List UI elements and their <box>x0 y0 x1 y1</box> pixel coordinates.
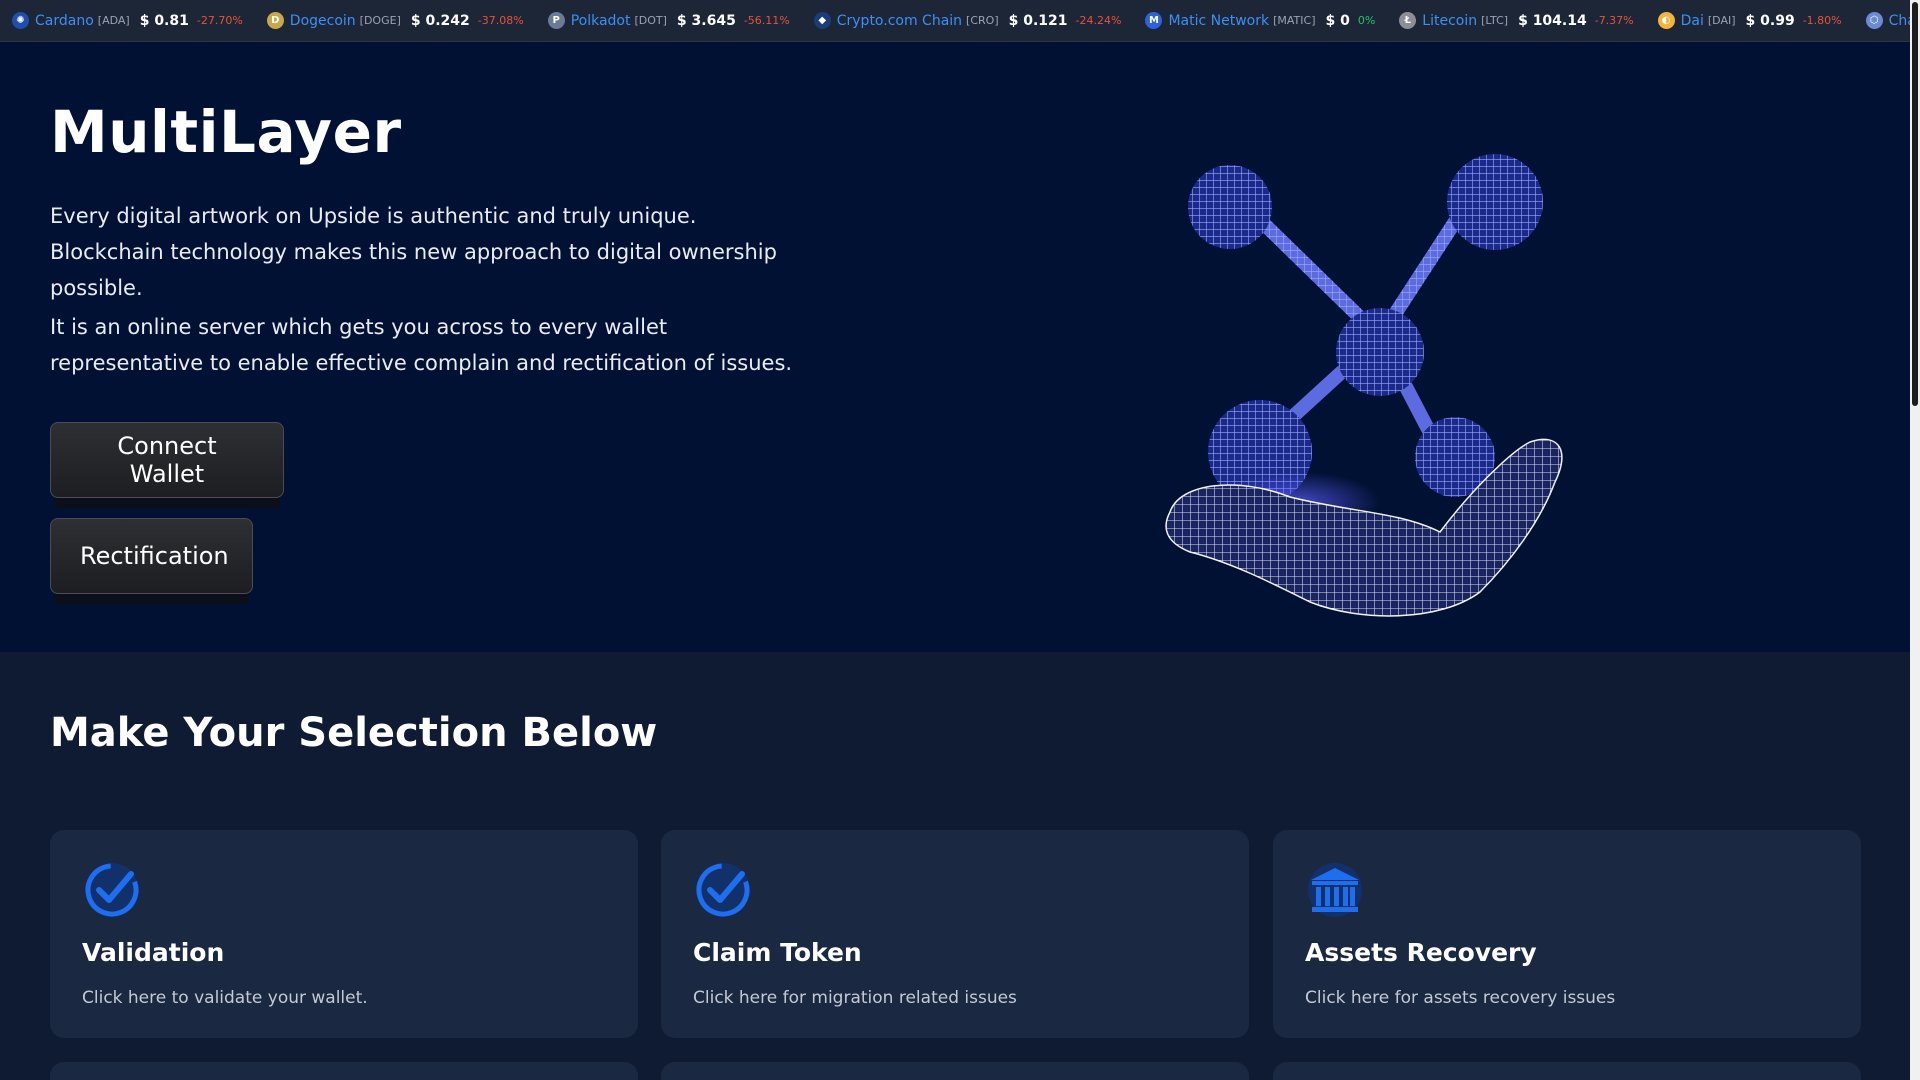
claim-token-card[interactable]: Claim Token Click here for migration rel… <box>661 830 1249 1038</box>
card-description: Click here to validate your wallet. <box>82 988 368 1008</box>
coin-change: 0% <box>1357 14 1376 27</box>
card-title: Assets Recovery <box>1305 938 1537 967</box>
cardano-icon: ✺ <box>12 12 29 29</box>
cro-icon: ◆ <box>813 12 831 29</box>
chainlink-icon: ⬡ <box>1865 12 1883 29</box>
coin-change: -24.24% <box>1075 14 1122 27</box>
validation-card[interactable]: Validation Click here to validate your w… <box>50 830 638 1038</box>
price-ticker: ✺ Cardano [ADA] $ 0.81 -27.70% D Dogecoin [DOGE… <box>0 0 1910 42</box>
scrollbar-thumb[interactable] <box>1912 2 1918 406</box>
coin-change: -56.11% <box>743 14 790 27</box>
coin-change: -7.37% <box>1594 14 1634 27</box>
coin-name[interactable]: Polkadot <box>571 13 631 29</box>
card-description: Click here for migration related issues <box>693 988 1017 1008</box>
coin-symbol: [CRO] <box>966 14 999 27</box>
coin-change: -1.80% <box>1802 14 1842 27</box>
ticker-item[interactable]: P Polkadot [DOT] $ 3.645 -56.11% <box>536 12 790 29</box>
check-circle-icon <box>85 863 139 917</box>
connect-wallet-button[interactable]: Connect Wallet <box>50 422 284 498</box>
coin-price: $ 0.242 <box>410 12 470 29</box>
coin-symbol: [DOT] <box>634 14 667 27</box>
ticker-item[interactable]: ✺ Cardano [ADA] $ 0.81 -27.70% <box>0 12 243 29</box>
coin-name[interactable]: Litecoin <box>1422 13 1477 29</box>
card-peek[interactable] <box>1273 1062 1861 1080</box>
coin-price: $ 104.14 <box>1518 12 1587 29</box>
card-title: Claim Token <box>693 938 862 967</box>
bank-icon <box>1308 863 1362 917</box>
hero-section: MultiLayer Every digital artwork on Upsi… <box>0 42 1910 652</box>
selection-title: Make Your Selection Below <box>50 710 658 756</box>
ticker-item[interactable]: Ł Litecoin [LTC] $ 104.14 -7.37% <box>1387 12 1634 29</box>
rectification-button[interactable]: Rectification <box>50 518 253 594</box>
litecoin-icon: Ł <box>1399 12 1417 29</box>
ticker-item[interactable]: ◐ Dai [DAI] $ 0.99 -1.80% <box>1646 12 1842 29</box>
card-peek[interactable] <box>661 1062 1249 1080</box>
check-circle-icon <box>696 863 750 917</box>
coin-symbol: [MATIC] <box>1273 14 1316 27</box>
ticker-item[interactable]: ◆ Crypto.com Chain [CRO] $ 0.121 -24.24% <box>802 12 1122 29</box>
coin-price: $ 3.645 <box>676 12 736 29</box>
coin-price: $ 0.81 <box>139 12 189 29</box>
hero-paragraph-1: Every digital artwork on Upside is authe… <box>50 204 777 300</box>
ticker-item[interactable]: D Dogecoin [DOGE] $ 0.242 -37.08% <box>255 12 524 29</box>
coin-name[interactable]: ChainLink <box>1889 13 1910 29</box>
assets-recovery-card[interactable]: Assets Recovery Click here for assets re… <box>1273 830 1861 1038</box>
card-title: Validation <box>82 938 225 967</box>
coin-price: $ 0.99 <box>1745 12 1795 29</box>
dogecoin-icon: D <box>266 12 284 29</box>
hero-paragraph-2: It is an online server which gets you ac… <box>50 315 793 375</box>
coin-symbol: [ADA] <box>97 14 130 27</box>
coin-name[interactable]: Dai <box>1681 13 1704 29</box>
coin-symbol: [DOGE] <box>359 14 401 27</box>
matic-icon: M <box>1145 12 1163 29</box>
coin-price: $ 0 <box>1325 12 1350 29</box>
ticker-item[interactable]: ⬡ChainLink[LINK]$ 17.79-24.40% <box>1854 12 1910 29</box>
card-description: Click here for assets recovery issues <box>1305 988 1616 1008</box>
coin-name[interactable]: Crypto.com Chain <box>837 13 962 29</box>
coin-name[interactable]: Dogecoin <box>290 13 356 29</box>
coin-change: -37.08% <box>477 14 524 27</box>
coin-name[interactable]: Matic Network <box>1168 13 1269 29</box>
card-peek[interactable] <box>50 1062 638 1080</box>
coin-change: -27.70% <box>196 14 243 27</box>
ticker-item[interactable]: M Matic Network [MATIC] $ 0 0% <box>1133 12 1375 29</box>
coin-symbol: [DAI] <box>1707 14 1736 27</box>
dai-icon: ◐ <box>1657 12 1675 29</box>
coin-symbol: [LTC] <box>1481 14 1509 27</box>
wireframe-hand-molecule-illustration <box>1165 154 1563 617</box>
coin-name[interactable]: Cardano <box>35 13 94 29</box>
polkadot-icon: P <box>547 12 565 29</box>
hero-title: MultiLayer <box>50 98 402 166</box>
coin-price: $ 0.121 <box>1008 12 1068 29</box>
